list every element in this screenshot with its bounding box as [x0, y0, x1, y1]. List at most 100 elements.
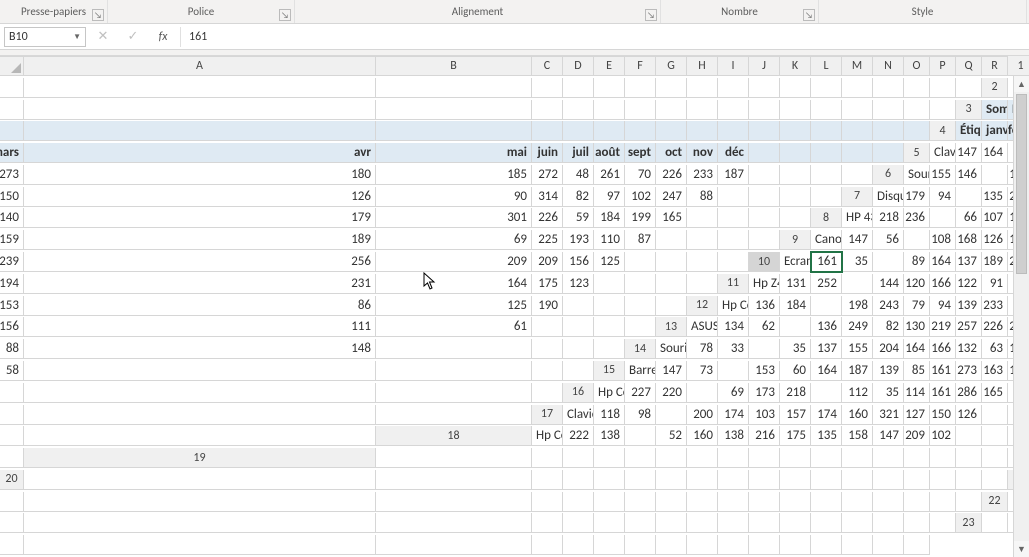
cell[interactable] [749, 448, 780, 468]
cell[interactable] [625, 296, 656, 316]
cell[interactable] [873, 470, 904, 490]
cell[interactable] [687, 121, 718, 141]
cell[interactable] [594, 296, 625, 316]
cell[interactable] [780, 470, 811, 490]
cell[interactable] [811, 165, 842, 185]
name-box[interactable]: B10 ▼ [4, 27, 86, 47]
scroll-down-button[interactable]: ▼ [1014, 541, 1029, 557]
cell[interactable] [687, 78, 718, 98]
cell-value[interactable]: 164 [376, 274, 532, 294]
cell-value[interactable]: 136 [749, 296, 780, 316]
cell[interactable] [563, 100, 594, 120]
row-header[interactable]: 1 [1008, 56, 1029, 76]
cell-value[interactable]: 160 [842, 405, 873, 425]
cell[interactable] [625, 470, 656, 490]
cell-value[interactable]: 130 [904, 317, 930, 337]
cell[interactable] [718, 208, 749, 228]
cell[interactable] [780, 492, 811, 512]
cell-value[interactable]: 155 [930, 165, 956, 185]
cell[interactable] [718, 470, 749, 490]
cell-value[interactable]: 163 [982, 361, 1008, 381]
cell-value[interactable]: 122 [956, 274, 982, 294]
cell-value[interactable]: 273 [956, 361, 982, 381]
cell[interactable] [532, 448, 563, 468]
cell[interactable] [930, 448, 956, 468]
cell[interactable] [904, 448, 930, 468]
cell[interactable] [24, 492, 376, 512]
cell[interactable] [873, 535, 904, 555]
row-header[interactable]: 19 [24, 448, 376, 468]
cell-value[interactable]: 70 [625, 165, 656, 185]
cell[interactable] [687, 492, 718, 512]
cell-value[interactable]: 118 [594, 405, 625, 425]
cell[interactable] [656, 492, 687, 512]
cell-value[interactable]: 286 [956, 383, 982, 403]
cell[interactable] [873, 513, 904, 533]
row-header[interactable]: 3 [956, 100, 982, 120]
cell-value[interactable]: 35 [873, 383, 904, 403]
cell[interactable] [873, 100, 904, 120]
cell[interactable] [687, 252, 718, 272]
cell[interactable] [956, 470, 982, 490]
cell[interactable] [594, 100, 625, 120]
column-header[interactable]: R [982, 56, 1008, 76]
cell[interactable] [24, 121, 376, 141]
pivot-month-header[interactable]: avr [24, 143, 376, 163]
cell[interactable] [930, 78, 956, 98]
cell[interactable] [811, 470, 842, 490]
cell[interactable] [376, 78, 532, 98]
pivot-row-item[interactable]: Barrettes mémoire 1Go [625, 361, 656, 381]
cell[interactable] [780, 187, 811, 207]
pivot-value-field[interactable]: Somme de Quantité [982, 100, 1008, 120]
cell[interactable] [376, 339, 532, 359]
vertical-scrollbar[interactable]: ▲ ▼ [1013, 76, 1029, 557]
cell-value[interactable] [687, 383, 718, 403]
cell-value[interactable]: 135 [811, 426, 842, 446]
cell[interactable] [687, 208, 718, 228]
select-all-corner[interactable] [0, 56, 24, 76]
dialog-launcher-icon[interactable]: ↘ [803, 9, 815, 21]
cell-value[interactable]: 179 [24, 208, 376, 228]
cell[interactable] [563, 361, 594, 381]
cell-value[interactable]: 314 [532, 187, 563, 207]
cell-value[interactable] [904, 230, 930, 250]
cell-value[interactable]: 166 [930, 339, 956, 359]
cell[interactable] [811, 78, 842, 98]
cell[interactable] [780, 78, 811, 98]
grid[interactable]: ABCDEFGHIJKLMNOPQR123Somme de QuantitéÉt… [0, 56, 1013, 557]
cell[interactable] [873, 448, 904, 468]
pivot-row-item[interactable]: Souris HP filaire de voyage - USB (G1K28… [656, 339, 687, 359]
cell-value[interactable]: 114 [904, 383, 930, 403]
cell[interactable] [656, 513, 687, 533]
cell[interactable] [718, 78, 749, 98]
cell-value[interactable]: 239 [0, 252, 24, 272]
cell-value[interactable]: 69 [376, 230, 532, 250]
cell-value[interactable]: 131 [780, 274, 811, 294]
cell-value[interactable]: 103 [749, 405, 780, 425]
cell[interactable] [376, 121, 532, 141]
pivot-row-label[interactable]: Étiquettes de lignes▼ [956, 121, 982, 141]
cell-value[interactable]: 199 [625, 208, 656, 228]
cell[interactable] [0, 448, 24, 468]
row-header[interactable]: 11 [718, 274, 749, 294]
cell[interactable] [749, 492, 780, 512]
cell[interactable] [811, 121, 842, 141]
cell-value[interactable]: 126 [956, 405, 982, 425]
cell[interactable] [656, 535, 687, 555]
pivot-month-header[interactable]: déc [718, 143, 749, 163]
cell[interactable] [625, 100, 656, 120]
cell[interactable] [904, 492, 930, 512]
cell-value[interactable]: 78 [687, 339, 718, 359]
cell-value[interactable]: 220 [656, 383, 687, 403]
cell-value[interactable]: 175 [780, 426, 811, 446]
cell[interactable] [24, 361, 376, 381]
cell[interactable] [532, 339, 563, 359]
cell-value[interactable]: 48 [563, 165, 594, 185]
cell-value[interactable]: 153 [0, 296, 24, 316]
column-header[interactable]: P [930, 56, 956, 76]
cell-value[interactable]: 144 [873, 274, 904, 294]
cell-value[interactable]: 58 [0, 361, 24, 381]
cell-value[interactable] [982, 165, 1008, 185]
cell[interactable] [842, 448, 873, 468]
scroll-thumb[interactable] [1016, 94, 1027, 274]
